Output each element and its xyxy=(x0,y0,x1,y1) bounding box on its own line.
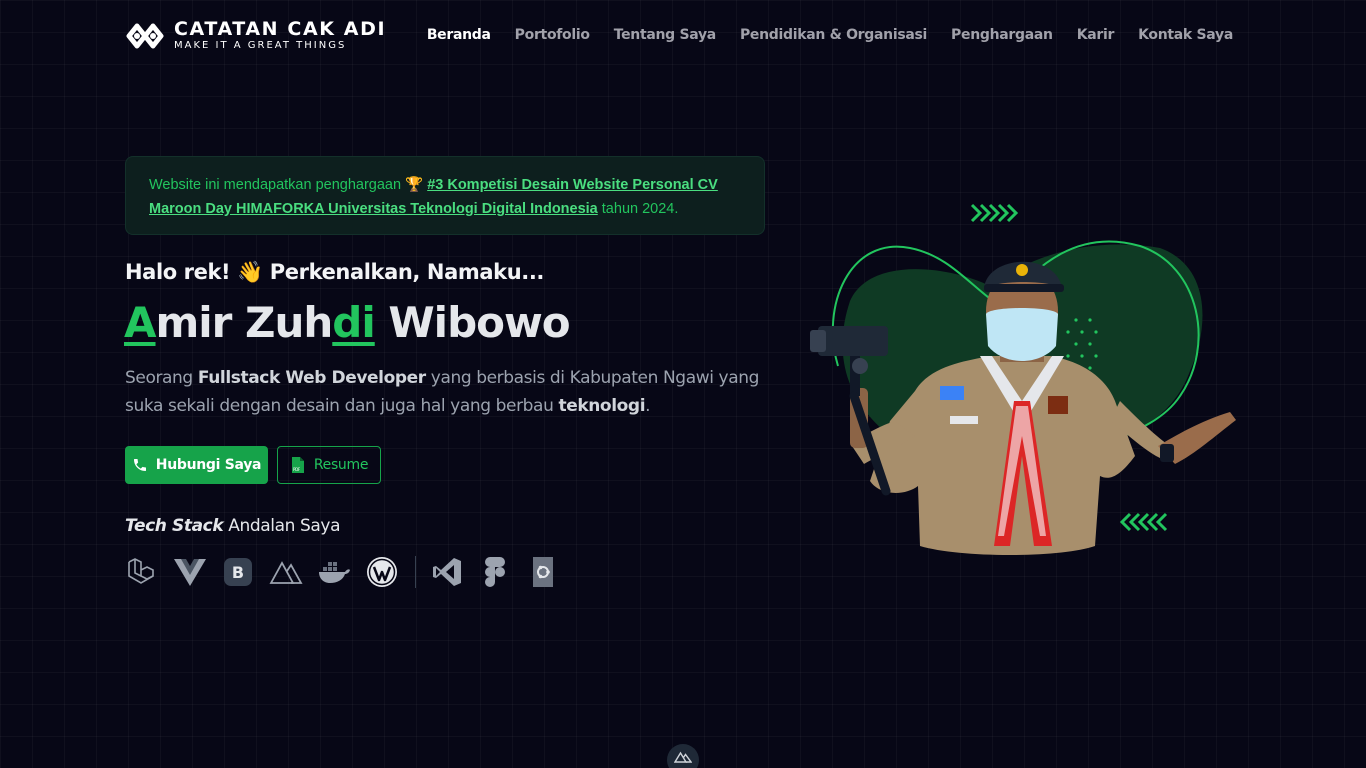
desc-role: Fullstack Web Developer xyxy=(197,368,426,388)
phone-icon xyxy=(132,457,148,473)
hero-name: Amir Zuhdi Wibowo xyxy=(124,298,571,347)
resume-button-label: Resume xyxy=(313,457,369,473)
name-part-4: Wibowo xyxy=(374,298,570,347)
desc-text-1: Seorang xyxy=(125,368,198,388)
nav-tentang-saya[interactable]: Tentang Saya xyxy=(614,27,717,43)
desc-tech: teknologi xyxy=(558,396,646,416)
greeting-text: Halo rek! 👋 Perkenalkan, Namaku... xyxy=(125,260,544,284)
svg-text:B: B xyxy=(232,563,244,582)
award-banner: Website ini mendapatkan penghargaan 🏆 #3… xyxy=(125,156,765,235)
laravel-icon xyxy=(125,555,159,589)
vscode-icon xyxy=(430,555,464,589)
desc-text-3: . xyxy=(645,396,651,416)
bootstrap-icon: B xyxy=(221,555,255,589)
pdf-file-icon: PDF xyxy=(290,456,306,474)
hero-illustration xyxy=(790,196,1250,566)
contact-button-label: Hubungi Saya xyxy=(155,457,262,473)
svg-text:PDF: PDF xyxy=(293,467,301,472)
chevrons-right-icon xyxy=(970,203,1019,223)
docker-icon xyxy=(317,555,351,589)
nav-penghargaan[interactable]: Penghargaan xyxy=(951,27,1053,43)
nav-karir[interactable]: Karir xyxy=(1077,27,1115,43)
figma-icon xyxy=(478,555,512,589)
tech-stack-title-italic: Tech Stack xyxy=(125,516,224,536)
nuxt-logo-icon xyxy=(674,751,692,763)
brand-title: CATATAN CAK ADI xyxy=(174,18,387,40)
hero-description: Seorang Fullstack Web Developer yang ber… xyxy=(125,364,765,420)
ubuntu-icon xyxy=(526,555,560,589)
name-highlight-2: di xyxy=(332,298,375,347)
award-suffix: tahun 2024. xyxy=(601,201,679,217)
nuxt-icon xyxy=(269,555,303,589)
wordpress-icon xyxy=(365,555,399,589)
infinity-logo-icon xyxy=(126,23,164,49)
chevrons-left-icon xyxy=(1119,512,1168,532)
vue-icon xyxy=(173,555,207,589)
nav-beranda[interactable]: Beranda xyxy=(427,27,491,43)
resume-button[interactable]: PDF Resume xyxy=(277,446,381,484)
nav-pendidikan-organisasi[interactable]: Pendidikan & Organisasi xyxy=(740,27,927,43)
name-part-2: mir Zuh xyxy=(155,298,334,347)
name-highlight-1: A xyxy=(124,298,157,347)
tech-stack-list: B xyxy=(125,555,574,589)
main-nav: Beranda Portofolio Tentang Saya Pendidik… xyxy=(403,27,1233,43)
nav-kontak-saya[interactable]: Kontak Saya xyxy=(1138,27,1233,43)
nuxt-badge[interactable] xyxy=(667,744,699,768)
brand-subtitle: MAKE IT A GREAT THINGS xyxy=(174,40,347,51)
contact-button[interactable]: Hubungi Saya xyxy=(125,446,268,484)
brand-logo[interactable]: CATATAN CAK ADI MAKE IT A GREAT THINGS xyxy=(125,19,386,53)
stack-divider xyxy=(415,556,416,588)
site-header: CATATAN CAK ADI MAKE IT A GREAT THINGS B… xyxy=(0,0,1366,72)
award-prefix: Website ini mendapatkan penghargaan xyxy=(149,177,402,193)
tech-stack-title-rest: Andalan Saya xyxy=(223,516,341,536)
nav-portofolio[interactable]: Portofolio xyxy=(515,27,590,43)
trophy-icon: 🏆 xyxy=(405,177,424,193)
tech-stack-title: Tech Stack Andalan Saya xyxy=(125,516,340,536)
